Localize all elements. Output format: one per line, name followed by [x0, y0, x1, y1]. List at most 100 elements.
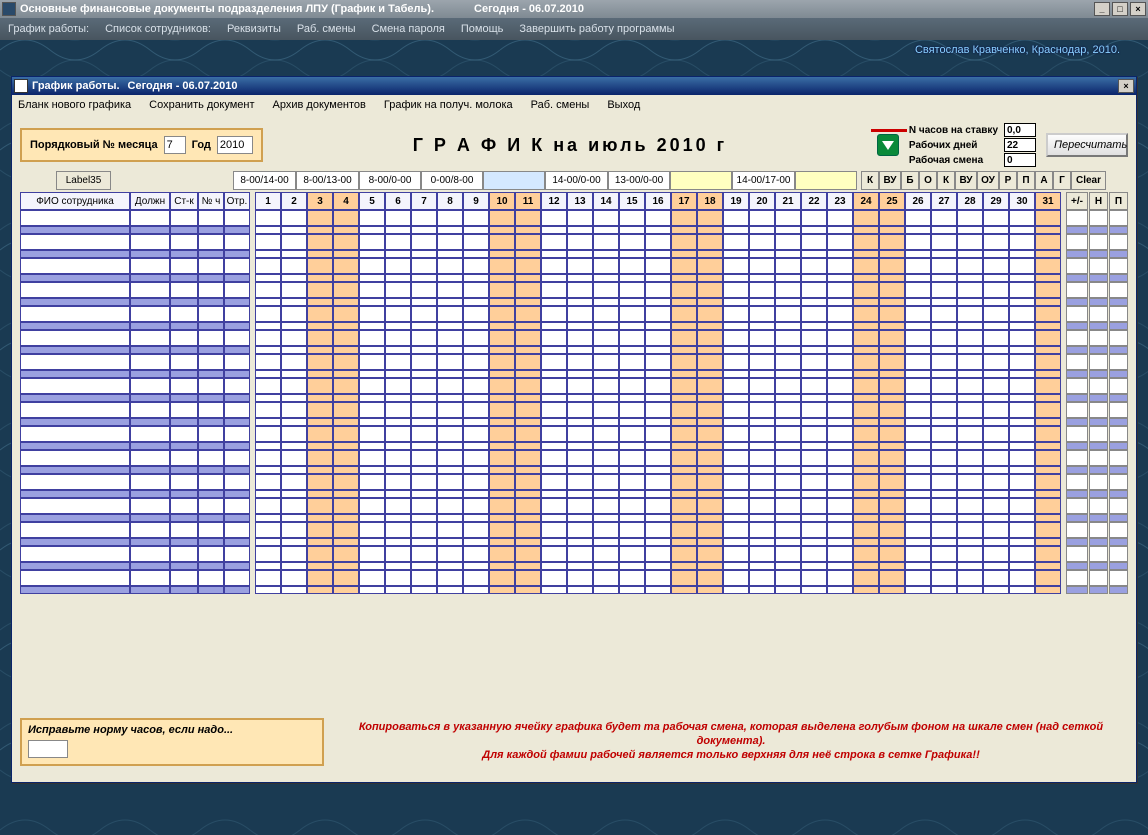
menu-item[interactable]: Сохранить документ: [149, 99, 254, 111]
table-row[interactable]: [20, 402, 1128, 418]
day-header[interactable]: 7: [411, 192, 437, 210]
table-row[interactable]: [20, 418, 1128, 426]
table-row[interactable]: [20, 394, 1128, 402]
summary-header[interactable]: Н: [1089, 192, 1108, 210]
clear-button[interactable]: Clear: [1071, 171, 1106, 190]
code-button[interactable]: Б: [901, 171, 919, 190]
code-button[interactable]: ОУ: [977, 171, 999, 190]
inner-close-button[interactable]: ×: [1118, 79, 1134, 93]
close-button[interactable]: ×: [1130, 2, 1146, 16]
column-header[interactable]: Должн: [130, 192, 170, 210]
column-header[interactable]: Ст-к: [170, 192, 198, 210]
table-row[interactable]: [20, 322, 1128, 330]
month-input[interactable]: [164, 136, 186, 154]
shift-slot[interactable]: 13-00/0-00: [608, 171, 670, 190]
code-button[interactable]: К: [861, 171, 879, 190]
table-row[interactable]: [20, 522, 1128, 538]
shift-slot[interactable]: 14-00/0-00: [545, 171, 608, 190]
day-header[interactable]: 14: [593, 192, 619, 210]
shift-slot[interactable]: 0-00/8-00: [421, 171, 483, 190]
day-header[interactable]: 10: [489, 192, 515, 210]
menu-item[interactable]: Реквизиты: [227, 23, 281, 35]
maximize-button[interactable]: □: [1112, 2, 1128, 16]
year-input[interactable]: [217, 136, 253, 154]
table-row[interactable]: [20, 298, 1128, 306]
code-button[interactable]: О: [919, 171, 937, 190]
day-header[interactable]: 9: [463, 192, 489, 210]
table-row[interactable]: [20, 450, 1128, 466]
table-row[interactable]: [20, 274, 1128, 282]
day-header[interactable]: 8: [437, 192, 463, 210]
code-button[interactable]: Р: [999, 171, 1017, 190]
day-header[interactable]: 11: [515, 192, 541, 210]
summary-header[interactable]: П: [1109, 192, 1128, 210]
day-header[interactable]: 15: [619, 192, 645, 210]
table-row[interactable]: [20, 562, 1128, 570]
code-button[interactable]: ВУ: [879, 171, 901, 190]
day-header[interactable]: 20: [749, 192, 775, 210]
table-row[interactable]: [20, 490, 1128, 498]
day-header[interactable]: 12: [541, 192, 567, 210]
day-header[interactable]: 16: [645, 192, 671, 210]
column-header[interactable]: № ч: [198, 192, 224, 210]
day-header[interactable]: 28: [957, 192, 983, 210]
fix-hours-input[interactable]: [28, 740, 68, 758]
day-header[interactable]: 25: [879, 192, 905, 210]
table-row[interactable]: [20, 426, 1128, 442]
table-row[interactable]: [20, 586, 1128, 594]
day-header[interactable]: 18: [697, 192, 723, 210]
day-header[interactable]: 23: [827, 192, 853, 210]
menu-item[interactable]: Список сотрудников:: [105, 23, 211, 35]
day-header[interactable]: 27: [931, 192, 957, 210]
table-row[interactable]: [20, 258, 1128, 274]
download-button[interactable]: [877, 134, 899, 156]
menu-item[interactable]: Помощь: [461, 23, 504, 35]
table-row[interactable]: [20, 282, 1128, 298]
day-header[interactable]: 29: [983, 192, 1009, 210]
table-row[interactable]: [20, 346, 1128, 354]
code-button[interactable]: П: [1017, 171, 1035, 190]
table-row[interactable]: [20, 538, 1128, 546]
menu-item[interactable]: Смена пароля: [372, 23, 445, 35]
menu-item[interactable]: График работы:: [8, 23, 89, 35]
day-header[interactable]: 31: [1035, 192, 1061, 210]
day-header[interactable]: 26: [905, 192, 931, 210]
menu-item[interactable]: Раб. смены: [297, 23, 356, 35]
shift-slot[interactable]: [483, 171, 545, 190]
minimize-button[interactable]: _: [1094, 2, 1110, 16]
day-header[interactable]: 22: [801, 192, 827, 210]
table-row[interactable]: [20, 466, 1128, 474]
hours-input[interactable]: [1004, 123, 1036, 137]
column-header[interactable]: ФИО сотрудника: [20, 192, 130, 210]
day-header[interactable]: 21: [775, 192, 801, 210]
day-header[interactable]: 4: [333, 192, 359, 210]
table-row[interactable]: [20, 498, 1128, 514]
table-row[interactable]: [20, 370, 1128, 378]
code-button[interactable]: ВУ: [955, 171, 977, 190]
table-row[interactable]: [20, 330, 1128, 346]
table-row[interactable]: [20, 354, 1128, 370]
shift-slot[interactable]: [795, 171, 857, 190]
shift-input[interactable]: [1004, 153, 1036, 167]
menu-item[interactable]: Выход: [607, 99, 640, 111]
shift-slot[interactable]: 8-00/13-00: [296, 171, 359, 190]
shift-slot[interactable]: [670, 171, 732, 190]
day-header[interactable]: 19: [723, 192, 749, 210]
code-button[interactable]: Г: [1053, 171, 1071, 190]
day-header[interactable]: 6: [385, 192, 411, 210]
table-row[interactable]: [20, 378, 1128, 394]
table-row[interactable]: [20, 514, 1128, 522]
day-header[interactable]: 17: [671, 192, 697, 210]
day-header[interactable]: 3: [307, 192, 333, 210]
table-row[interactable]: [20, 546, 1128, 562]
table-row[interactable]: [20, 234, 1128, 250]
shift-slot[interactable]: 8-00/14-00: [233, 171, 296, 190]
menu-item[interactable]: Бланк нового графика: [18, 99, 131, 111]
table-row[interactable]: [20, 210, 1128, 226]
recalc-button[interactable]: Пересчитать: [1046, 133, 1128, 157]
day-header[interactable]: 30: [1009, 192, 1035, 210]
day-header[interactable]: 24: [853, 192, 879, 210]
grid-body[interactable]: [20, 210, 1128, 712]
table-row[interactable]: [20, 570, 1128, 586]
table-row[interactable]: [20, 226, 1128, 234]
